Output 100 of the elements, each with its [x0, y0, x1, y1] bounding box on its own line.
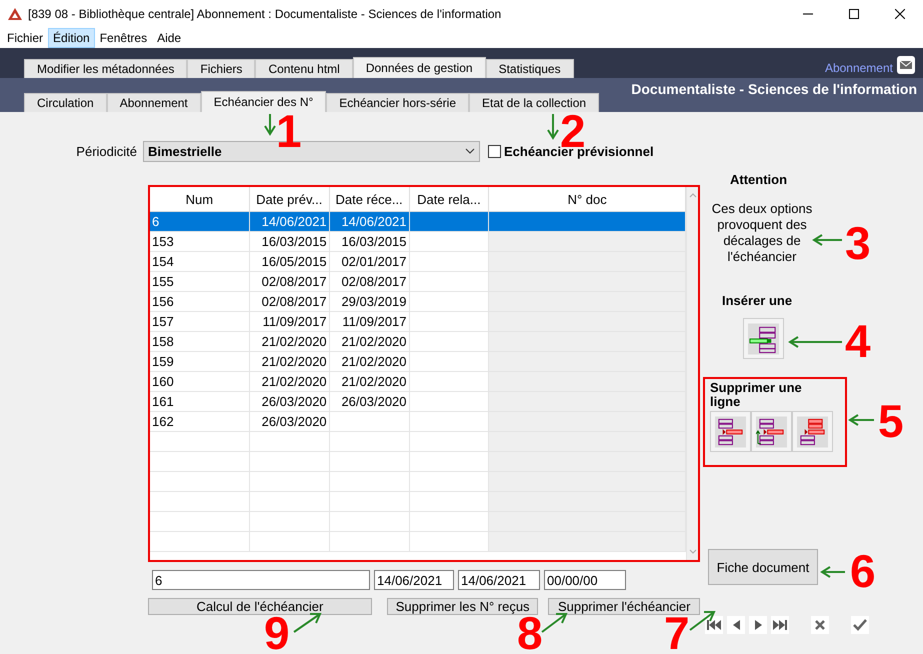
table-row[interactable]: 159 21/02/2020 21/02/2020 — [150, 352, 686, 372]
table-cell: 11/09/2017 — [330, 312, 410, 332]
table-cell: 21/02/2020 — [330, 332, 410, 352]
annotation-number: 4 — [845, 318, 871, 364]
column-header[interactable]: Date réce... — [330, 187, 410, 211]
chevron-down-icon — [465, 148, 475, 154]
triangle-left-icon — [732, 620, 740, 630]
triangle-right-icon — [754, 620, 762, 630]
warning-text: Ces deux options provoquent des décalages de l'échéancier — [710, 201, 814, 265]
table-cell: 158 — [150, 332, 250, 352]
table-cell: 159 — [150, 352, 250, 372]
column-header[interactable]: Date prév... — [250, 187, 330, 211]
table-cell: 153 — [150, 232, 250, 252]
table-cell: 26/03/2020 — [250, 392, 330, 412]
compute-schedule-button[interactable]: Calcul de l'échéancier — [148, 598, 372, 615]
table-cell: 21/02/2020 — [250, 352, 330, 372]
table-row[interactable]: 155 02/08/2017 02/08/2017 — [150, 272, 686, 292]
table-row[interactable]: 6 14/06/2021 14/06/2021 — [150, 212, 686, 232]
table-cell: 21/02/2020 — [250, 372, 330, 392]
table-cell: 14/06/2021 — [250, 212, 330, 232]
menu-item[interactable]: Aide — [152, 28, 186, 48]
tab[interactable]: Circulation — [24, 93, 107, 112]
delete-row-button[interactable] — [792, 411, 833, 452]
window-title: [839 08 - Bibliothèque centrale] Abonnement : Documentaliste - Sciences de l'information — [28, 7, 502, 21]
table-cell: 156 — [150, 292, 250, 312]
table-cell: 02/08/2017 — [250, 292, 330, 312]
table-row[interactable]: 157 11/09/2017 11/09/2017 — [150, 312, 686, 332]
insert-row-icon — [748, 322, 779, 354]
table-cell: 21/02/2020 — [330, 372, 410, 392]
previous-button[interactable] — [727, 616, 745, 634]
table-row[interactable]: 158 21/02/2020 21/02/2020 — [150, 332, 686, 352]
cancel-button[interactable] — [811, 616, 829, 634]
insert-row-button[interactable] — [743, 318, 784, 359]
table-row[interactable]: 161 26/03/2020 26/03/2020 — [150, 392, 686, 412]
last-button[interactable] — [771, 616, 789, 634]
table-cell: 14/06/2021 — [330, 212, 410, 232]
table-cell: 161 — [150, 392, 250, 412]
delete-row-icon — [797, 416, 828, 448]
close-icon — [815, 620, 825, 630]
annotation-arrow — [848, 414, 874, 426]
column-header[interactable]: Num — [150, 187, 250, 211]
table-row[interactable]: 162 26/03/2020 — [150, 412, 686, 432]
skip-last-icon — [773, 620, 787, 630]
input-field[interactable]: 14/06/2021 — [458, 570, 540, 590]
delete-received-button[interactable]: Supprimer les N° reçus — [386, 598, 538, 615]
table-cell: 6 — [150, 212, 250, 232]
tab[interactable]: Echéancier hors-série — [326, 93, 469, 112]
tab[interactable]: Modifier les métadonnées — [24, 59, 188, 78]
annotation-arrow — [264, 114, 276, 136]
warning-title: Attention — [730, 172, 788, 187]
table-cell: 157 — [150, 312, 250, 332]
table-cell: 16/03/2015 — [250, 232, 330, 252]
table-row[interactable]: 156 02/08/2017 29/03/2019 — [150, 292, 686, 312]
table-row[interactable]: 154 16/05/2015 02/01/2017 — [150, 252, 686, 272]
table-cell: 02/08/2017 — [330, 272, 410, 292]
delete-row-icon — [756, 416, 787, 448]
document-button[interactable]: Fiche document — [708, 549, 818, 585]
table-cell: 02/01/2017 — [330, 252, 410, 272]
menu-item[interactable]: Fichier — [2, 28, 48, 48]
annotation-arrow — [541, 613, 568, 633]
tab[interactable]: Fichiers — [187, 59, 256, 78]
table-cell: 21/02/2020 — [250, 332, 330, 352]
maximize-icon — [849, 9, 859, 19]
tab[interactable]: Etat de la collection — [469, 93, 600, 112]
next-button[interactable] — [749, 616, 767, 634]
table-cell: 160 — [150, 372, 250, 392]
delete-row-icon — [715, 416, 746, 448]
input-field[interactable]: 00/00/00 — [544, 570, 626, 590]
annotation-arrow — [788, 336, 842, 348]
delete-row-button[interactable] — [751, 411, 792, 452]
tab[interactable]: Données de gestion — [352, 57, 486, 78]
menu-item[interactable]: Fenêtres — [94, 28, 152, 48]
tab[interactable]: Contenu html — [255, 59, 353, 78]
confirm-button[interactable] — [851, 616, 869, 634]
insert-label: Insérer une — [722, 293, 792, 308]
context-title: Documentaliste - Sciences de l'information — [631, 81, 917, 97]
annotation-arrow — [812, 234, 842, 246]
annotation-arrow — [689, 611, 716, 631]
input-field[interactable]: 14/06/2021 — [374, 570, 454, 590]
mail-icon[interactable] — [897, 56, 915, 74]
table-cell: 155 — [150, 272, 250, 292]
forecast-checkbox[interactable] — [488, 144, 501, 158]
checkmark-icon — [853, 619, 867, 631]
table-cell: 162 — [150, 412, 250, 432]
delete-row-button[interactable] — [710, 411, 751, 452]
table-cell: 16/03/2015 — [330, 232, 410, 252]
close-icon — [895, 9, 905, 19]
tab[interactable]: Abonnement — [106, 93, 201, 112]
tab[interactable]: Statistiques — [486, 59, 574, 78]
menu-item[interactable]: Édition — [48, 28, 95, 48]
annotation-arrow — [547, 114, 559, 140]
delete-schedule-button[interactable]: Supprimer l'échéancier — [548, 598, 700, 615]
first-button[interactable] — [705, 616, 723, 634]
column-header[interactable]: Date rela... — [410, 187, 490, 211]
input-field[interactable]: 6 — [152, 570, 370, 590]
periodicity-label: Périodicité — [75, 144, 138, 158]
table-row[interactable]: 160 21/02/2020 21/02/2020 — [150, 372, 686, 392]
module-label: Abonnement — [824, 61, 893, 75]
table-row[interactable]: 153 16/03/2015 16/03/2015 — [150, 232, 686, 252]
tab[interactable]: Echéancier des N° — [200, 91, 326, 112]
